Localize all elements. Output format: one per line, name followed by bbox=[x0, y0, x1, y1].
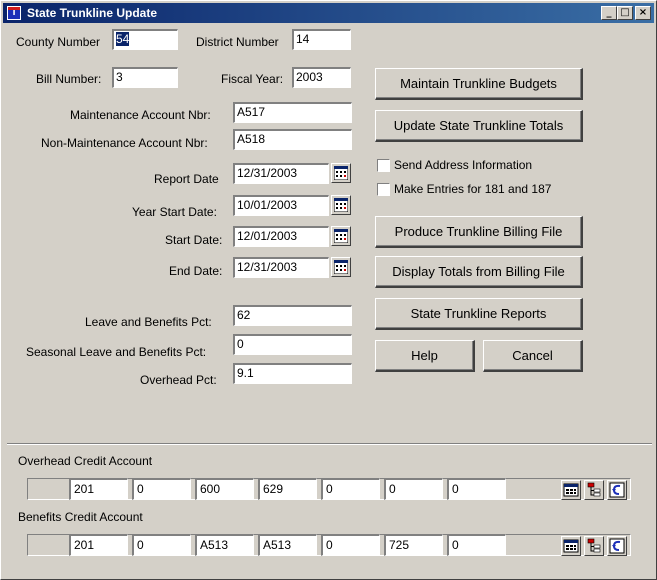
report-date-calendar-button[interactable] bbox=[331, 163, 351, 183]
make-entries-checkbox[interactable] bbox=[377, 183, 390, 196]
seasonal-leave-benefits-pct-field[interactable]: 0 bbox=[233, 334, 352, 355]
account-tree-icon bbox=[587, 538, 601, 553]
overhead-credit-account-label: Overhead Credit Account bbox=[18, 454, 153, 468]
display-totals-button[interactable]: Display Totals from Billing File bbox=[375, 256, 583, 288]
benefits-credit-field-3[interactable]: A513 bbox=[195, 534, 254, 556]
overhead-pct-field[interactable]: 9.1 bbox=[233, 363, 352, 384]
end-date-label: End Date: bbox=[169, 264, 223, 278]
district-number-label: District Number bbox=[196, 35, 279, 49]
minimize-button[interactable]: _ bbox=[601, 6, 617, 20]
account-lookup-icon bbox=[563, 483, 579, 497]
state-trunkline-update-window: T State Trunkline Update _ □ × County Nu… bbox=[0, 0, 657, 580]
calendar-icon bbox=[334, 198, 348, 212]
seasonal-leave-benefits-pct-label: Seasonal Leave and Benefits Pct: bbox=[26, 345, 207, 359]
close-button[interactable]: × bbox=[635, 6, 651, 20]
calendar-icon bbox=[334, 260, 348, 274]
undo-icon bbox=[609, 538, 625, 554]
benefits-credit-field-4[interactable]: A513 bbox=[258, 534, 317, 556]
overhead-account-tree-button[interactable] bbox=[584, 480, 604, 500]
benefits-credit-field-7[interactable]: 0 bbox=[447, 534, 506, 556]
overhead-account-lookup-button[interactable] bbox=[561, 480, 581, 500]
fiscal-year-label: Fiscal Year: bbox=[221, 72, 284, 86]
produce-trunkline-billing-file-button[interactable]: Produce Trunkline Billing File bbox=[375, 216, 583, 248]
overhead-credit-field-6[interactable]: 0 bbox=[384, 478, 443, 500]
overhead-pct-label: Overhead Pct: bbox=[140, 373, 217, 387]
benefits-credit-field-6[interactable]: 725 bbox=[384, 534, 443, 556]
year-start-date-calendar-button[interactable] bbox=[331, 195, 351, 215]
state-trunkline-reports-button[interactable]: State Trunkline Reports bbox=[375, 298, 583, 330]
overhead-credit-field-5[interactable]: 0 bbox=[321, 478, 380, 500]
overhead-credit-field-7[interactable]: 0 bbox=[447, 478, 506, 500]
maintenance-account-label: Maintenance Account Nbr: bbox=[70, 108, 211, 122]
help-button[interactable]: Help bbox=[375, 340, 475, 372]
year-start-date-label: Year Start Date: bbox=[132, 205, 217, 219]
bill-number-label: Bill Number: bbox=[36, 72, 102, 86]
make-entries-label: Make Entries for 181 and 187 bbox=[394, 182, 552, 196]
county-number-value: 54 bbox=[116, 32, 130, 46]
benefits-account-lookup-button[interactable] bbox=[561, 536, 581, 556]
undo-icon bbox=[609, 482, 625, 498]
benefits-credit-field-1[interactable]: 201 bbox=[69, 534, 128, 556]
start-date-label: Start Date: bbox=[165, 233, 223, 247]
county-number-label: County Number bbox=[16, 35, 101, 49]
maintenance-account-field[interactable]: A517 bbox=[233, 102, 352, 123]
end-date-field[interactable]: 12/31/2003 bbox=[233, 257, 329, 278]
separator-highlight bbox=[7, 444, 652, 445]
fiscal-year-field[interactable]: 2003 bbox=[292, 67, 351, 88]
title-bar[interactable]: T State Trunkline Update _ □ × bbox=[3, 3, 654, 23]
non-maintenance-account-label: Non-Maintenance Account Nbr: bbox=[41, 136, 208, 150]
window-title: State Trunkline Update bbox=[27, 6, 158, 20]
county-number-field[interactable]: 54 bbox=[112, 29, 178, 50]
report-date-label: Report Date bbox=[154, 172, 219, 186]
end-date-calendar-button[interactable] bbox=[331, 257, 351, 277]
calendar-icon bbox=[334, 229, 348, 243]
overhead-undo-button[interactable] bbox=[607, 480, 627, 500]
leave-benefits-pct-field[interactable]: 62 bbox=[233, 305, 352, 326]
update-state-trunkline-totals-button[interactable]: Update State Trunkline Totals bbox=[375, 110, 583, 142]
benefits-credit-field-2[interactable]: 0 bbox=[132, 534, 191, 556]
benefits-account-tree-button[interactable] bbox=[584, 536, 604, 556]
start-date-calendar-button[interactable] bbox=[331, 226, 351, 246]
overhead-credit-field-1[interactable]: 201 bbox=[69, 478, 128, 500]
non-maintenance-account-field[interactable]: A518 bbox=[233, 129, 352, 150]
overhead-credit-field-2[interactable]: 0 bbox=[132, 478, 191, 500]
bill-number-field[interactable]: 3 bbox=[112, 67, 178, 88]
leave-benefits-pct-label: Leave and Benefits Pct: bbox=[85, 315, 212, 329]
maintain-trunkline-budgets-button[interactable]: Maintain Trunkline Budgets bbox=[375, 68, 583, 100]
maximize-button[interactable]: □ bbox=[617, 6, 633, 20]
year-start-date-field[interactable]: 10/01/2003 bbox=[233, 195, 329, 216]
benefits-undo-button[interactable] bbox=[607, 536, 627, 556]
overhead-credit-field-3[interactable]: 600 bbox=[195, 478, 254, 500]
overhead-credit-field-4[interactable]: 629 bbox=[258, 478, 317, 500]
account-tree-icon bbox=[587, 482, 601, 497]
cancel-button[interactable]: Cancel bbox=[483, 340, 583, 372]
send-address-label: Send Address Information bbox=[394, 158, 533, 172]
start-date-field[interactable]: 12/01/2003 bbox=[233, 226, 329, 247]
account-lookup-icon bbox=[563, 539, 579, 553]
district-number-field[interactable]: 14 bbox=[292, 29, 351, 50]
report-date-field[interactable]: 12/31/2003 bbox=[233, 163, 329, 184]
benefits-credit-field-5[interactable]: 0 bbox=[321, 534, 380, 556]
app-icon: T bbox=[7, 6, 21, 20]
calendar-icon bbox=[334, 166, 348, 180]
send-address-checkbox[interactable] bbox=[377, 159, 390, 172]
benefits-credit-account-label: Benefits Credit Account bbox=[18, 510, 143, 524]
